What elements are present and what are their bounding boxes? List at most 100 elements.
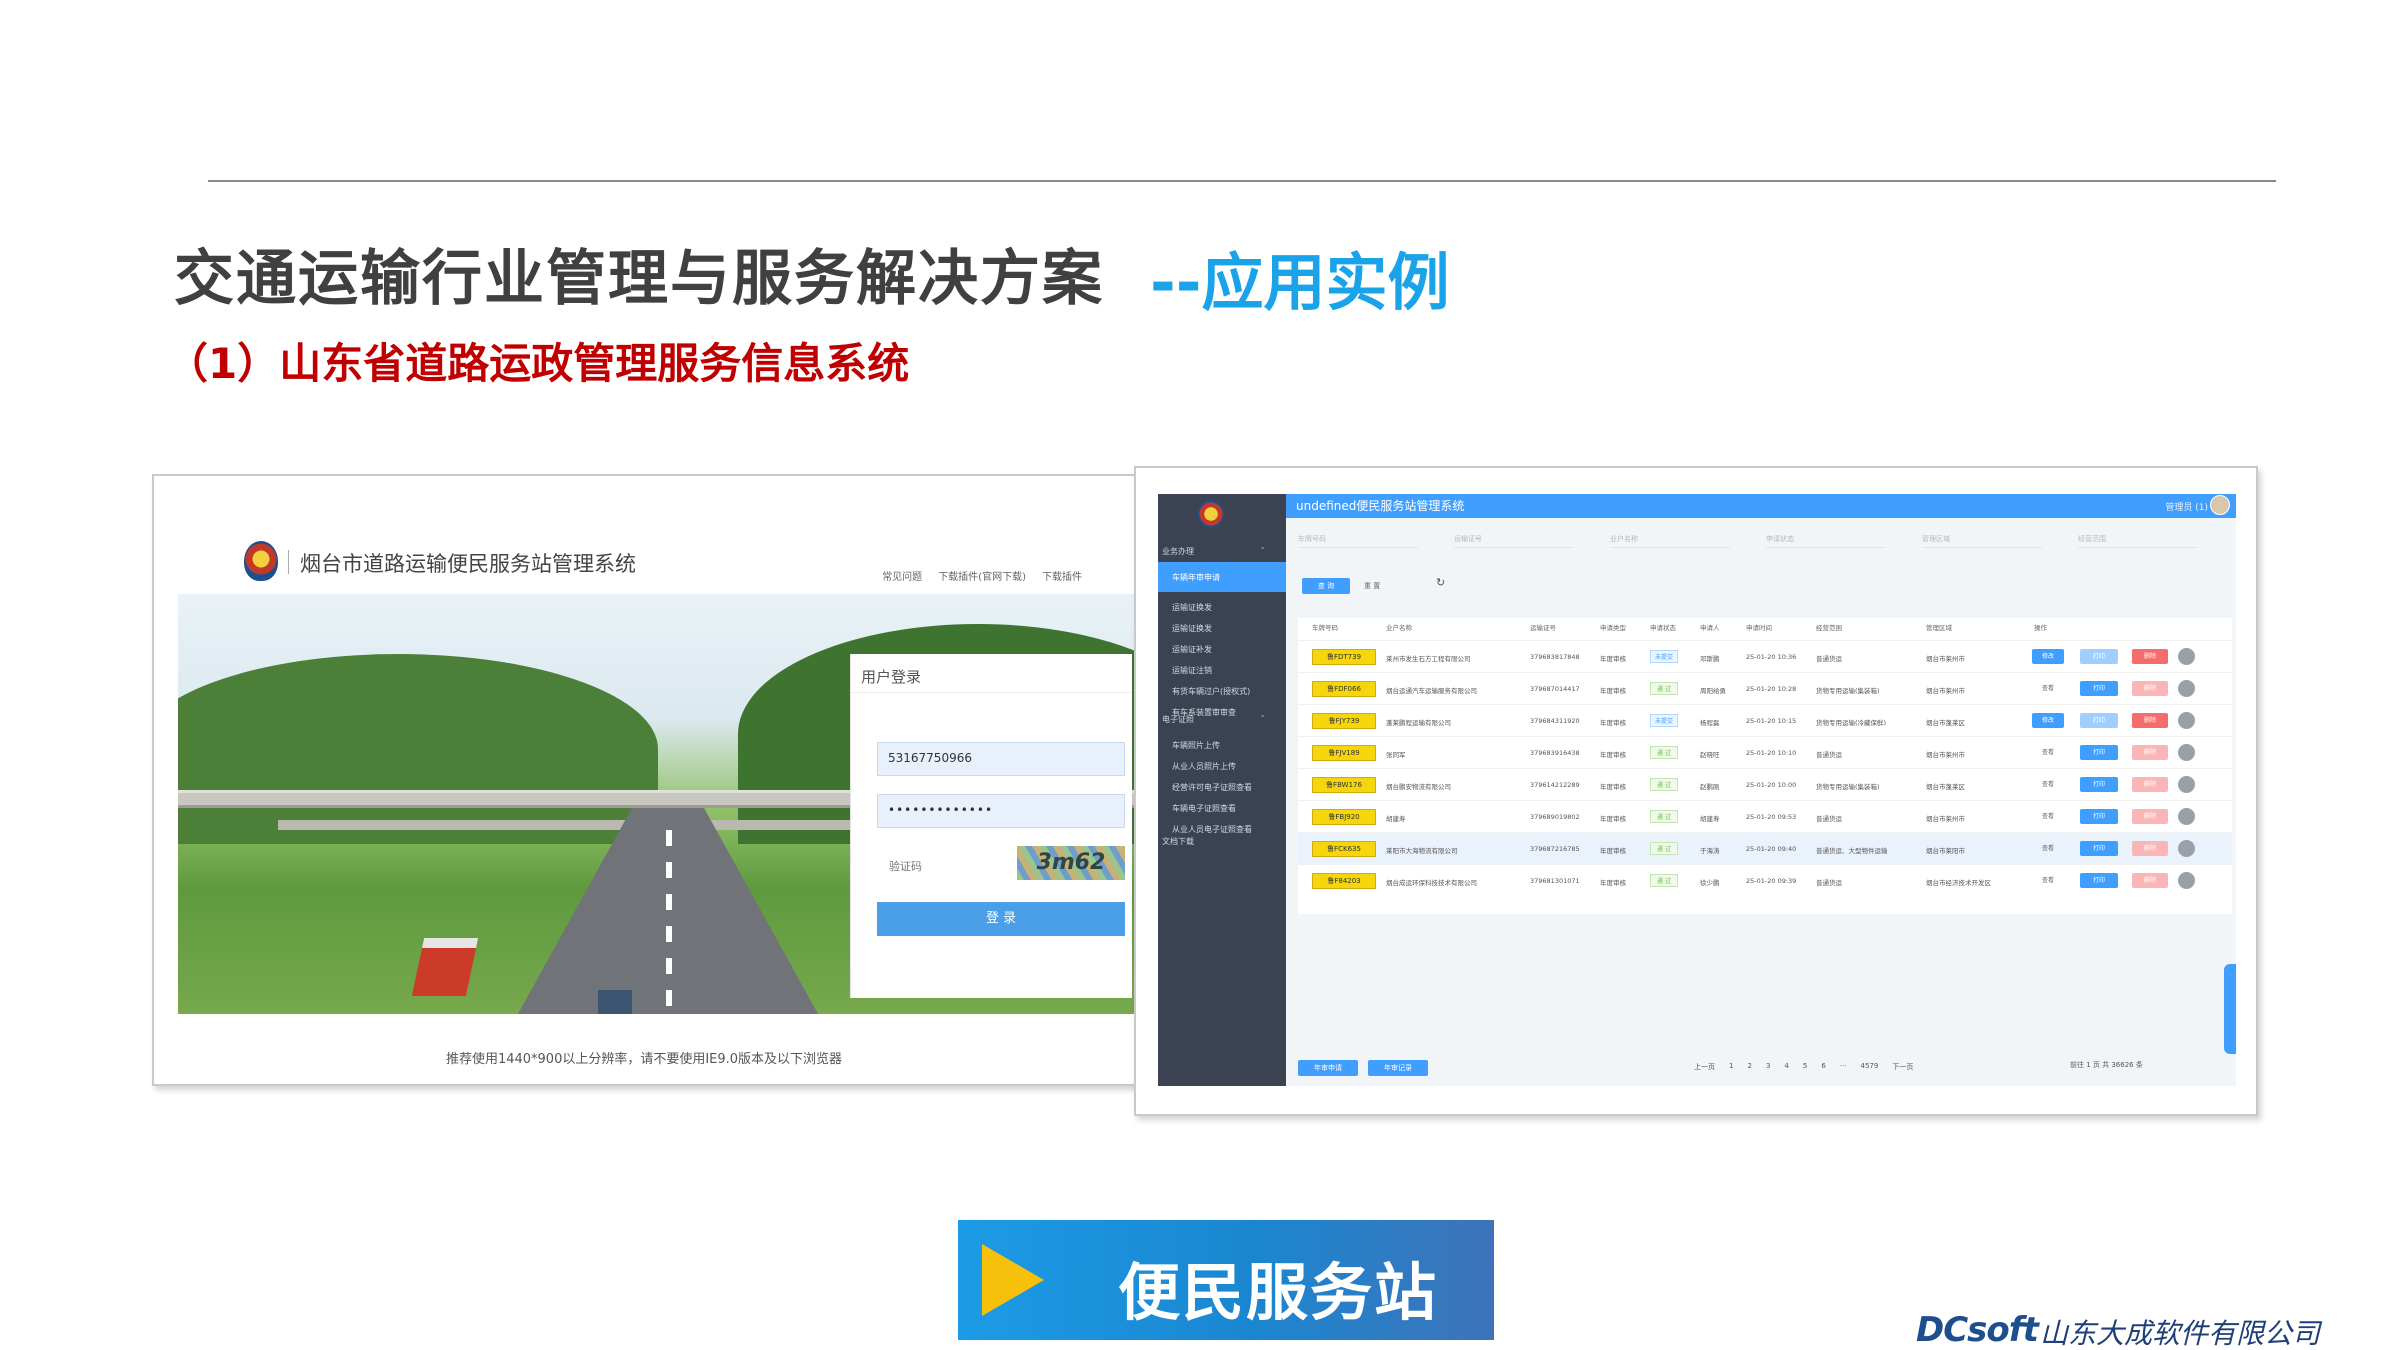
pager-page[interactable]: 1 [1729,1062,1733,1072]
more-icon[interactable] [2178,840,2195,857]
edit-button[interactable]: 修改 [2032,649,2064,664]
view-button[interactable]: 查看 [2032,777,2064,792]
filter-owner[interactable]: 业户名称 [1610,530,1730,548]
sidebar-group-business[interactable]: 业务办理 ⌃ [1158,540,1286,562]
floating-side-tab[interactable] [2224,964,2236,1054]
table-row[interactable]: 鲁FJV189 张同军 379683916438 年度审核 通 过 赵晓旺 25-01-20… [1298,736,2232,768]
pager-goto[interactable]: 前往 1 页 共 36626 条 [2070,1060,2143,1070]
delete-button[interactable]: 删除 [2132,745,2168,760]
sidebar-item-annual-review[interactable]: 车辆年审申请 [1158,562,1286,592]
table-row[interactable]: 鲁FBW176 烟台鹏安物流有限公司 379614212289 年度审核 通 过 赵鹏刚 2… [1298,768,2232,800]
table-row[interactable]: 鲁FJY739 蓬莱鹏程运输有限公司 379684311920 年度审核 未提交 杨程磊 2… [1298,704,2232,736]
pagination: 上一页 1 2 3 4 5 6 ··· 4579 下一页 [1694,1062,1913,1072]
sidebar-group-downloads[interactable]: 文档下载 [1158,830,1286,852]
filter-scope[interactable]: 经营范围 [2078,530,2198,548]
table-row[interactable]: 鲁FCK635 莱阳市大海物流有限公司 379687216785 年度审核 通 过 于海涛… [1298,832,2232,864]
link-plugin-official[interactable]: 下载插件(官网下载) [938,568,1026,583]
table-row[interactable]: 鲁F84203 烟台成运环保科技技术有限公司 379681301071 年度审核 通 过… [1298,864,2232,896]
annual-records-button[interactable]: 年审记录 [1368,1060,1428,1076]
avatar[interactable] [2210,495,2230,515]
cell-type: 年度审核 [1600,751,1626,759]
view-button[interactable]: 查看 [2032,745,2064,760]
cell-scope: 货物专用运输(集装箱) [1816,687,1880,695]
delete-button[interactable]: 删除 [2132,873,2168,888]
more-icon[interactable] [2178,808,2195,825]
cell-area: 烟台市莱州市 [1926,655,1965,663]
more-icon[interactable] [2178,744,2195,761]
pager-page[interactable]: 2 [1747,1062,1751,1072]
search-button[interactable]: 查 询 [1302,578,1350,594]
chevron-up-icon: ⌃ [1259,546,1266,555]
pager-next[interactable]: 下一页 [1892,1062,1913,1072]
filter-cert[interactable]: 运输证号 [1454,530,1574,548]
annual-apply-button[interactable]: 年审申请 [1298,1060,1358,1076]
admin-user[interactable]: 管理员 (1) [2165,500,2208,513]
print-button[interactable]: 打印 [2080,745,2118,760]
print-button[interactable]: 打印 [2080,681,2118,696]
username-field[interactable]: 53167750966 [877,742,1125,776]
pager-page-last[interactable]: 4579 [1861,1062,1879,1072]
reset-button[interactable]: 重 置 [1364,578,1410,594]
cell-owner: 烟台运通汽车运输服务有限公司 [1386,687,1477,695]
delete-button[interactable]: 删除 [2132,809,2168,824]
delete-button[interactable]: 删除 [2132,777,2168,792]
more-icon[interactable] [2178,776,2195,793]
more-icon[interactable] [2178,648,2195,665]
plate-badge: 鲁FJY739 [1312,713,1376,729]
table-row[interactable]: 鲁FDF066 烟台运通汽车运输服务有限公司 379687014417 年度审核 通 过… [1298,672,2232,704]
captcha-image[interactable]: 3m62 [1017,846,1125,880]
edit-button[interactable]: 修改 [2032,713,2064,728]
filter-plate[interactable]: 车牌号码 [1298,530,1418,548]
filter-area[interactable]: 管理区域 [1922,530,2042,548]
refresh-icon[interactable]: ↻ [1436,576,1445,589]
view-button[interactable]: 查看 [2032,681,2064,696]
filter-state[interactable]: 申请状态 [1766,530,1886,548]
login-button[interactable]: 登 录 [877,902,1125,936]
pager-page[interactable]: 6 [1821,1062,1825,1072]
link-plugin[interactable]: 下载插件 [1042,568,1082,583]
login-top-links: 常见问题 下载插件(官网下载) 下载插件 [882,568,1082,583]
password-field[interactable]: ••••••••••••• [877,794,1125,828]
cell-cert: 379681301071 [1530,877,1580,885]
col-plate: 车牌号码 [1312,624,1338,632]
status-badge: 通 过 [1650,682,1678,695]
table-row[interactable]: 鲁FBJ920 胡建寿 379689019802 年度审核 通 过 胡建寿 25-01-20… [1298,800,2232,832]
pager-page[interactable]: 4 [1784,1062,1788,1072]
pager-prev[interactable]: 上一页 [1694,1062,1715,1072]
delete-button[interactable]: 删除 [2132,649,2168,664]
pager-page[interactable]: 3 [1766,1062,1770,1072]
view-button[interactable]: 查看 [2032,841,2064,856]
cell-area: 烟台市莱州市 [1926,751,1965,759]
pager-page[interactable]: 5 [1803,1062,1807,1072]
cell-applicant: 胡建寿 [1700,815,1720,823]
admin-window: 业务办理 ⌃ 车辆年审申请 运输证换发 运输证换发 运输证补发 运输证注销 有货车… [1158,494,2236,1086]
more-icon[interactable] [2178,712,2195,729]
cell-scope: 普通货运 [1816,655,1842,663]
col-time[interactable]: 申请时间 [1746,622,1772,632]
pager-ellipsis[interactable]: ··· [1840,1062,1847,1072]
cell-type: 年度审核 [1600,815,1626,823]
print-button[interactable]: 打印 [2080,809,2118,824]
print-button[interactable]: 打印 [2080,873,2118,888]
view-button[interactable]: 查看 [2032,873,2064,888]
view-button[interactable]: 查看 [2032,809,2064,824]
sidebar-group-licenses[interactable]: 电子证照 ⌃ [1158,708,1286,730]
link-faq[interactable]: 常见问题 [882,568,922,583]
print-button[interactable]: 打印 [2080,713,2118,728]
delete-button[interactable]: 删除 [2132,841,2168,856]
table-row[interactable]: 鲁FDT739 莱州市发生石方工程有限公司 379683817848 年度审核 未提交 邓… [1298,640,2232,672]
print-button[interactable]: 打印 [2080,777,2118,792]
more-icon[interactable] [2178,680,2195,697]
plate-badge: 鲁FCK635 [1312,841,1376,857]
delete-button[interactable]: 删除 [2132,681,2168,696]
print-button[interactable]: 打印 [2080,841,2118,856]
col-type: 申请类型 [1600,624,1626,632]
delete-button[interactable]: 删除 [2132,713,2168,728]
cell-type: 年度审核 [1600,783,1626,791]
print-button[interactable]: 打印 [2080,649,2118,664]
more-icon[interactable] [2178,872,2195,889]
admin-screenshot: 业务办理 ⌃ 车辆年审申请 运输证换发 运输证换发 运输证补发 运输证注销 有货车… [1134,466,2258,1116]
cell-scope: 货物专用运输(冷藏保鲜) [1816,719,1887,727]
cell-cert: 379687014417 [1530,685,1580,693]
login-footer-note: 推荐使用1440*900以上分辨率，请不要使用IE9.0版本及以下浏览器 [445,1052,843,1067]
